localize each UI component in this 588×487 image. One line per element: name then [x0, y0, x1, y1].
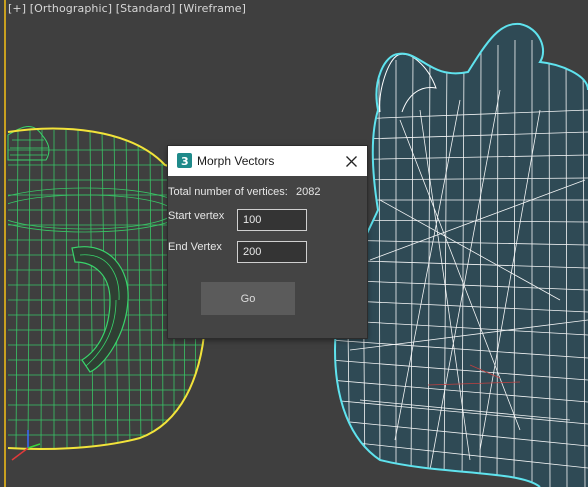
right-teapot-wireframe[interactable] [330, 22, 588, 487]
start-vertex-input[interactable] [237, 209, 307, 231]
3ds-max-app-icon: 3 [177, 153, 192, 168]
close-icon [345, 155, 357, 167]
end-vertex-label: End Vertex [168, 241, 222, 253]
dialog-titlebar[interactable]: 3 Morph Vectors [168, 146, 367, 176]
viewport-label[interactable]: [+] [Orthographic] [Standard] [Wireframe… [8, 2, 246, 15]
close-button[interactable] [340, 151, 362, 171]
dialog-title: Morph Vectors [197, 154, 275, 168]
end-vertex-input[interactable] [237, 241, 307, 263]
start-vertex-label: Start vertex [168, 210, 225, 222]
total-vertices-value: 2082 [296, 186, 321, 198]
go-button[interactable]: Go [201, 282, 295, 315]
total-vertices-label: Total number of vertices: [168, 186, 288, 198]
morph-vectors-dialog: 3 Morph Vectors Total number of vertices… [168, 146, 367, 338]
svg-text:3: 3 [181, 155, 189, 168]
